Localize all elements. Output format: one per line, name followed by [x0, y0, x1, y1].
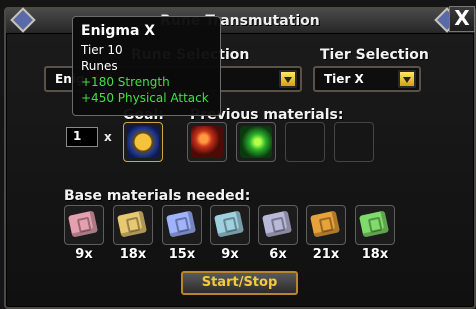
tooltip-bonus-physical-attack: +450 Physical Attack — [81, 91, 209, 105]
red-rune-icon — [191, 126, 223, 158]
item-tooltip: Enigma X Tier 10 Runes +180 Strength +45… — [72, 16, 221, 116]
pink-rune-stone-icon — [67, 210, 99, 238]
green-rune-stone-icon — [358, 210, 390, 238]
base-material-slot[interactable] — [162, 205, 202, 245]
start-stop-button[interactable]: Start/Stop — [181, 271, 298, 295]
tier-selection-label: Tier Selection — [320, 47, 429, 63]
base-material-count: 15x — [168, 247, 196, 262]
base-material-slot[interactable] — [113, 205, 153, 245]
previous-material-slot-empty[interactable] — [285, 122, 325, 162]
teal-rune-stone-icon — [213, 210, 245, 238]
base-material-count: 9x — [221, 247, 239, 262]
green-rune-icon — [240, 126, 272, 158]
base-material-slot[interactable] — [355, 205, 395, 245]
base-material-count: 18x — [119, 247, 147, 262]
chevron-down-icon[interactable] — [398, 70, 416, 88]
base-material-slot[interactable] — [306, 205, 346, 245]
orange-rune-stone-icon — [309, 210, 341, 238]
tier-selection-value: Tier X — [324, 72, 364, 86]
goal-quantity-input[interactable]: 1 — [66, 127, 98, 147]
golden-rune-icon — [127, 126, 159, 158]
previous-material-slot[interactable] — [187, 122, 227, 162]
base-material-slot[interactable] — [258, 205, 298, 245]
tooltip-bonus-strength: +180 Strength — [81, 75, 170, 89]
blue-rune-stone-icon — [165, 210, 197, 238]
purple-rune-stone-icon — [261, 210, 293, 238]
close-button[interactable]: X — [449, 6, 475, 32]
base-material-count: 6x — [269, 247, 287, 262]
tooltip-category: Runes — [81, 59, 118, 73]
goal-slot[interactable] — [123, 122, 163, 162]
base-materials-label: Base materials needed: — [64, 188, 251, 204]
chevron-down-icon[interactable] — [279, 70, 297, 88]
tooltip-title: Enigma X — [81, 23, 156, 39]
base-material-count: 18x — [361, 247, 389, 262]
previous-material-slot[interactable] — [236, 122, 276, 162]
base-material-count: 21x — [312, 247, 340, 262]
tier-selection-dropdown[interactable]: Tier X — [313, 66, 421, 92]
base-material-slot[interactable] — [64, 205, 104, 245]
base-material-slot[interactable] — [210, 205, 250, 245]
previous-material-slot-empty[interactable] — [334, 122, 374, 162]
gold-rune-stone-icon — [116, 210, 148, 238]
tooltip-tier: Tier 10 — [81, 43, 123, 57]
goal-multiplier-label: x — [104, 130, 112, 144]
base-material-count: 9x — [75, 247, 93, 262]
